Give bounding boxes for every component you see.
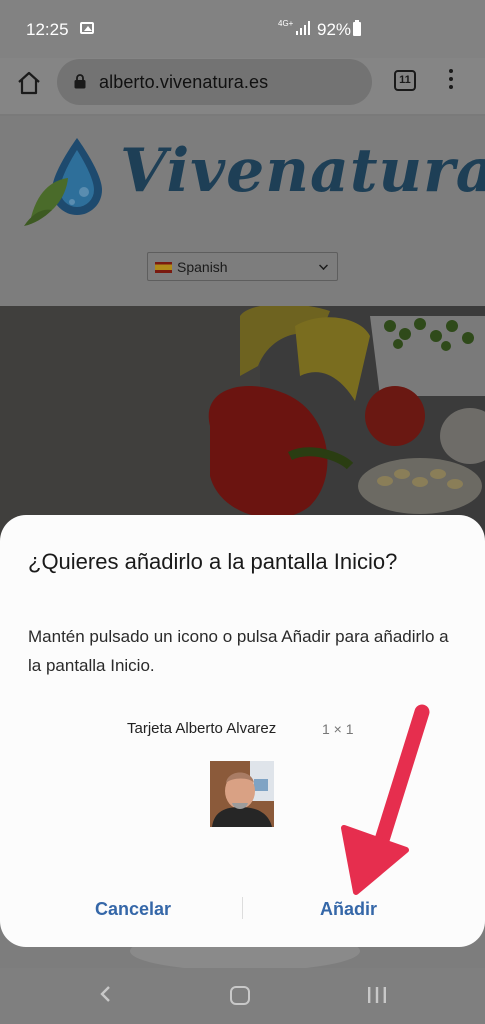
- annotation-arrow: [341, 704, 430, 895]
- language-select[interactable]: Spanish: [147, 252, 338, 281]
- language-label: Spanish: [177, 259, 228, 275]
- chevron-down-icon: [319, 261, 328, 270]
- address-bar[interactable]: alberto.vivenatura.es: [57, 59, 372, 105]
- recents-icon[interactable]: [366, 986, 388, 1004]
- battery-percent: 92%: [317, 20, 352, 39]
- button-divider: [242, 897, 243, 919]
- dialog-title: ¿Quieres añadirlo a la pantalla Inicio?: [28, 549, 398, 574]
- network-type: 4G+: [278, 19, 294, 28]
- lock-icon: [74, 74, 86, 89]
- home-icon[interactable]: [16, 70, 42, 96]
- add-button[interactable]: Añadir: [320, 899, 377, 920]
- tab-switcher-button[interactable]: 11: [394, 70, 416, 91]
- back-icon[interactable]: [96, 984, 116, 1004]
- gallery-icon: [80, 22, 94, 34]
- cancel-button[interactable]: Cancelar: [95, 899, 171, 920]
- home-nav-icon[interactable]: [230, 986, 250, 1005]
- status-bar: 12:25 4G+ 92%: [0, 0, 485, 58]
- battery-icon: [353, 20, 361, 36]
- url-text: alberto.vivenatura.es: [99, 72, 269, 92]
- status-time: 12:25: [26, 20, 69, 39]
- shortcut-name: Tarjeta Alberto Alvarez: [127, 720, 277, 737]
- system-nav-bar: [0, 968, 485, 1024]
- spain-flag-icon: [155, 262, 172, 273]
- dialog-message: Mantén pulsado un icono o pulsa Añadir p…: [28, 627, 449, 675]
- signal-icon: [296, 21, 310, 35]
- browser-toolbar: alberto.vivenatura.es 11: [0, 58, 485, 114]
- logo-drop-icon: [24, 138, 102, 226]
- overflow-menu-icon[interactable]: [448, 69, 454, 95]
- shortcut-avatar[interactable]: [210, 761, 274, 827]
- site-logo-text: Vivenatura: [120, 136, 485, 206]
